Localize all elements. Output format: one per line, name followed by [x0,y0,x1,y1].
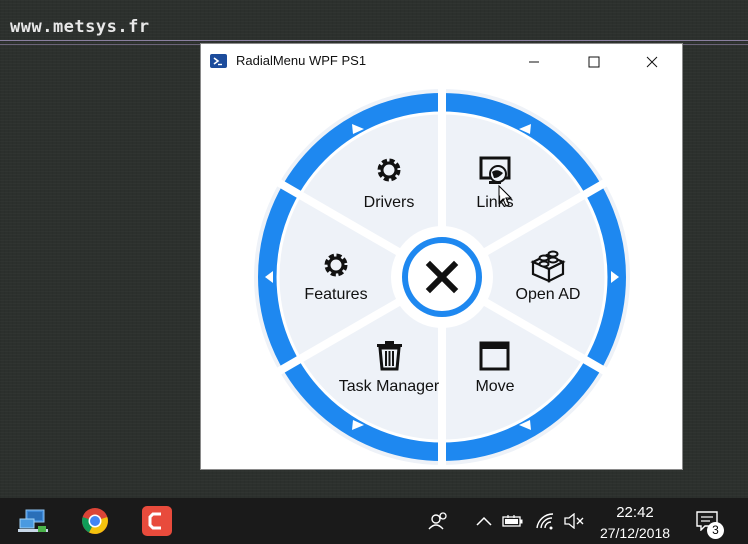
radial-item-label: Open AD [516,286,581,303]
wifi-icon [536,513,554,530]
show-hidden-icons-button[interactable] [472,498,496,544]
battery-button[interactable] [500,498,526,544]
radial-item-label: Links [476,194,513,211]
site-title: www.metsys.fr [10,17,150,37]
volume-button[interactable] [561,498,587,544]
people-button[interactable] [424,498,454,544]
chrome-icon [82,508,108,534]
taskbar-app-network[interactable] [12,498,56,544]
wifi-button[interactable] [532,498,558,544]
notification-count-badge: 3 [707,522,724,539]
radial-item-label: Features [304,286,367,303]
decor-line [0,40,748,41]
volume-muted-icon [564,513,584,529]
radial-item-label: Move [475,378,514,395]
radial-menu: Drivers Links Open AD Move Task Manager … [254,84,630,469]
clock-date: 27/12/2018 [599,525,671,541]
chevron-up-icon [476,516,492,526]
clock-time: 22:42 [616,504,654,521]
battery-icon [502,515,523,527]
radial-item-label: Drivers [364,194,415,211]
network-computer-icon [18,509,48,532]
trash-icon [377,341,402,371]
taskbar-clock[interactable]: 22:42 27/12/2018 [594,501,676,541]
center-close-button[interactable] [391,226,493,328]
people-icon [428,512,447,530]
radial-item-label: Task Manager [339,378,440,395]
screenpresso-icon [142,506,172,536]
taskbar: 22:42 27/12/2018 [0,498,748,544]
taskbar-app-chrome[interactable] [73,498,117,544]
taskbar-app-screenpresso[interactable] [135,498,179,544]
app-window: RadialMenu WPF PS1 Drivers Links Open AD… [200,43,683,470]
